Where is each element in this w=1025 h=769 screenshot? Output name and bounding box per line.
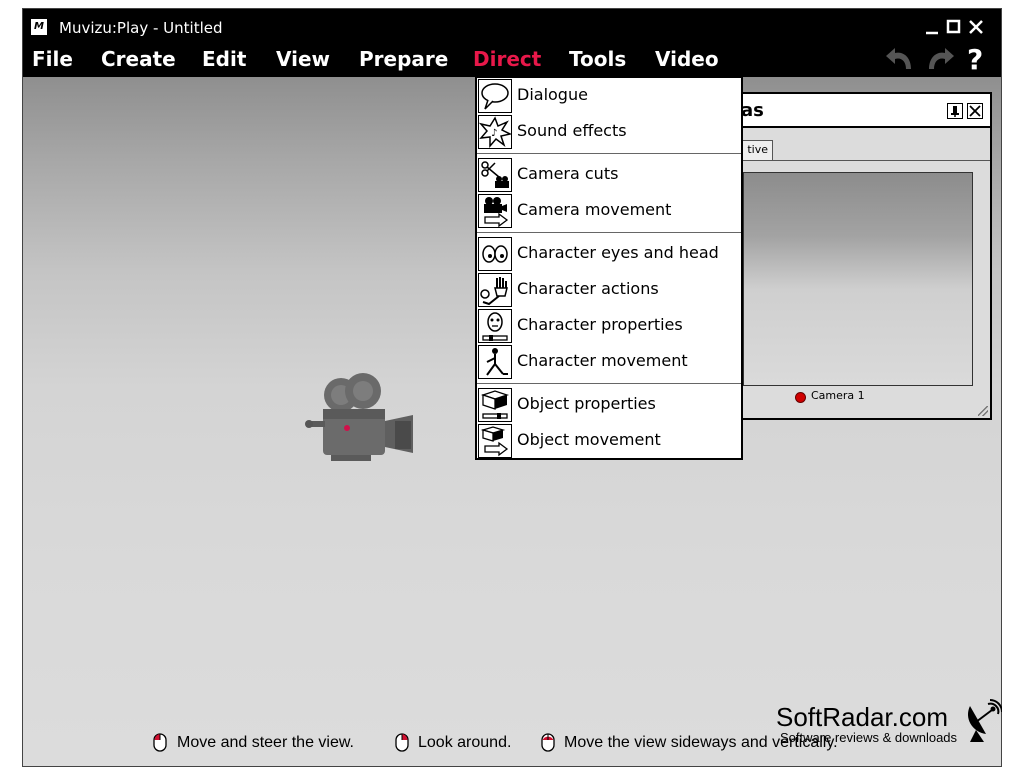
menu-tools[interactable]: Tools [569, 47, 626, 71]
close-icon[interactable] [967, 17, 985, 37]
menu-item-label: Object movement [517, 430, 661, 449]
menu-prepare[interactable]: Prepare [359, 47, 448, 71]
maximize-icon[interactable] [945, 17, 963, 37]
redo-icon[interactable] [921, 43, 957, 75]
undo-icon[interactable] [883, 43, 919, 75]
menu-direct[interactable]: Direct [473, 47, 541, 71]
camera-name[interactable]: Camera 1 [811, 389, 865, 402]
menu-item-label: Camera cuts [517, 164, 619, 183]
panel-close-icon[interactable] [967, 103, 983, 119]
menu-item-object-properties[interactable]: Object properties [477, 387, 741, 423]
menu-item-label: Character movement [517, 351, 688, 370]
mouse-both-icon [540, 731, 556, 753]
character-head-icon [478, 309, 512, 343]
speech-bubble-icon [478, 79, 512, 113]
minimize-icon[interactable] [923, 17, 941, 37]
resize-grip-icon[interactable] [978, 406, 988, 416]
menu-item-label: Sound effects [517, 121, 627, 140]
menu-item-camera-cuts[interactable]: Camera cuts [477, 157, 741, 193]
panel-title: as [741, 100, 764, 121]
menu-item-label: Character properties [517, 315, 683, 334]
menu-item-label: Dialogue [517, 85, 588, 104]
pin-icon[interactable] [947, 103, 963, 119]
help-button[interactable]: ? [967, 43, 983, 76]
menu-create[interactable]: Create [101, 47, 176, 71]
object-arrow-icon [478, 424, 512, 458]
direct-menu-dropdown: Dialogue ♪ Sound effects Camera cuts Cam… [475, 76, 743, 460]
sound-burst-icon: ♪ [478, 115, 513, 149]
camera-status-dot-icon [795, 392, 806, 403]
window-title: Muvizu:Play - Untitled [59, 19, 223, 37]
app-logo-icon: M [31, 19, 47, 35]
menu-edit[interactable]: Edit [202, 47, 246, 71]
menu-item-label: Camera movement [517, 200, 672, 219]
app-window: M Muvizu:Play - Untitled File Create Edi… [22, 8, 1002, 767]
menu-item-character-properties[interactable]: Character properties [477, 308, 741, 344]
menu-item-character-movement[interactable]: Character movement [477, 344, 741, 380]
eyes-icon [478, 237, 512, 271]
satellite-dish-icon [967, 699, 1002, 742]
menu-item-label: Object properties [517, 394, 656, 413]
scissors-camera-icon [478, 158, 512, 192]
menu-item-camera-movement[interactable]: Camera movement [477, 193, 741, 229]
panel-body: tive Camera 1 [725, 128, 990, 418]
cameras-panel: as tive Camera 1 [723, 92, 992, 420]
title-bar: M Muvizu:Play - Untitled [23, 9, 1001, 41]
menu-separator [477, 232, 741, 233]
watermark-title: SoftRadar.com [776, 702, 948, 732]
menu-item-character-eyes-and-head[interactable]: Character eyes and head [477, 236, 741, 272]
menu-item-sound-effects[interactable]: ♪ Sound effects [477, 114, 741, 150]
menu-bar: File Create Edit View Prepare Direct Too… [23, 41, 1001, 77]
menu-item-label: Character actions [517, 279, 659, 298]
status-hint: Look around. [418, 734, 512, 751]
status-hint: Move and steer the view. [177, 734, 354, 751]
waving-hand-icon [478, 273, 512, 307]
menu-video[interactable]: Video [655, 47, 719, 71]
camera-model[interactable] [301, 371, 416, 461]
camera-arrow-icon [478, 194, 512, 228]
walking-figure-icon [478, 345, 512, 379]
menu-separator [477, 153, 741, 154]
mouse-left-icon [152, 731, 168, 753]
camera-preview[interactable] [743, 172, 973, 386]
object-slider-icon [478, 388, 512, 422]
menu-separator [477, 383, 741, 384]
menu-item-object-movement[interactable]: Object movement [477, 423, 741, 459]
menu-item-label: Character eyes and head [517, 243, 719, 262]
menu-item-character-actions[interactable]: Character actions [477, 272, 741, 308]
mouse-right-icon [394, 731, 410, 753]
menu-item-dialogue[interactable]: Dialogue [477, 78, 741, 114]
menu-view[interactable]: View [276, 47, 330, 71]
menu-file[interactable]: File [32, 47, 73, 71]
tab-divider [725, 160, 990, 161]
watermark-subtitle: Software reviews & downloads [780, 730, 958, 745]
svg-text:♪: ♪ [491, 128, 497, 139]
